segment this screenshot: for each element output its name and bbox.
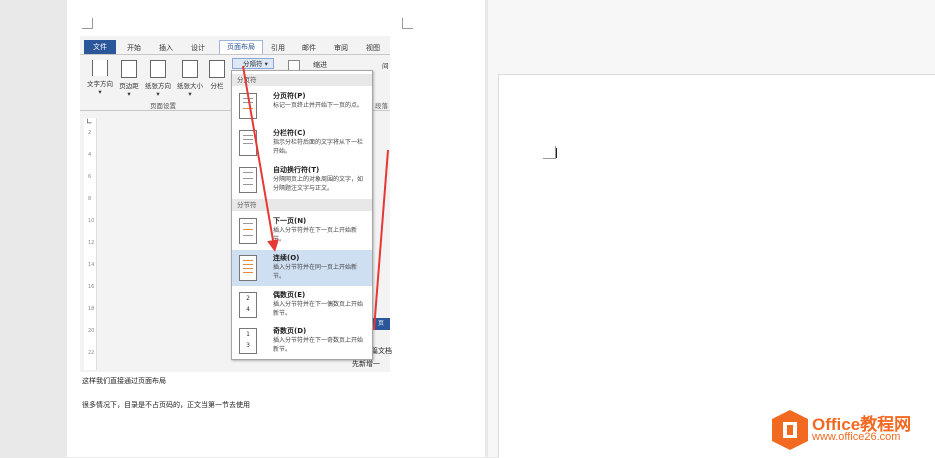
office-logo: Office教程网 www.office26.com — [772, 408, 932, 454]
side-badge: 页 — [372, 318, 390, 330]
column-break-icon — [239, 130, 257, 156]
orientation-label: 纸张方向 — [145, 82, 171, 90]
tab-insert[interactable]: 插入 — [154, 42, 178, 54]
page-break-icon — [239, 93, 257, 119]
tab-review[interactable]: 审阅 — [329, 42, 353, 54]
doc-line-2: 很多情况下，目录是不占页码的，正文当第一节去使用 — [82, 401, 250, 409]
orientation-icon — [150, 60, 166, 78]
menu-item-title: 奇数页(D) — [273, 327, 307, 335]
breaks-button[interactable]: 分隔符 ▾ — [232, 58, 274, 69]
ruler-tick-label: 20 — [88, 328, 95, 334]
dropdown-icon: ▾ — [156, 90, 160, 98]
ruler-tick-label: 16 — [88, 284, 95, 290]
orientation-button[interactable]: 纸张方向 ▾ — [142, 60, 174, 98]
next-page-icon — [239, 218, 257, 244]
menu-item-column-break[interactable]: 分栏符(C) 指示分栏符后面的文字将从下一栏开始。 — [232, 125, 372, 161]
even-page-icon: 24 — [239, 292, 257, 318]
margins-icon — [121, 60, 137, 78]
breaks-label: 分隔符 — [243, 60, 263, 68]
menu-item-title: 连续(O) — [273, 254, 300, 262]
menu-item-desc: 标记一页终止并开始下一页的点。 — [273, 102, 364, 109]
logo-url: www.office26.com — [812, 431, 901, 443]
tab-design[interactable]: 设计 — [186, 42, 210, 54]
page-breaks-header: 分页符 — [232, 74, 372, 86]
odd-icon-number: 3 — [246, 342, 250, 349]
tab-references[interactable]: 引用 — [266, 42, 290, 54]
menu-item-desc: 插入分节符并在同一页上开始新节。 — [273, 264, 358, 280]
text-cursor[interactable] — [556, 148, 557, 158]
odd-page-icon: 13 — [239, 328, 257, 354]
ruler-tick-label: 2 — [88, 130, 92, 136]
side-text-1: 篇文档 — [371, 347, 392, 355]
group-label: 页面设置 — [150, 102, 176, 110]
side-text-2: 先新增一 — [352, 360, 380, 368]
menu-item-even-page[interactable]: 24 偶数页(E) 插入分节符并在下一偶数页上开始新节。 — [232, 287, 372, 323]
menu-item-continuous[interactable]: 连续(O) 插入分节符并在同一页上开始新节。 — [232, 250, 372, 286]
menu-item-title: 偶数页(E) — [273, 291, 306, 299]
tab-home[interactable]: 开始 — [122, 42, 146, 54]
tab-view[interactable]: 视图 — [361, 42, 385, 54]
menu-item-text-wrapping[interactable]: 自动换行符(T) 分隔网页上的对象周围的文字，如分隔题注文字与正文。 — [232, 162, 372, 198]
corner-mark — [82, 18, 93, 29]
size-icon — [182, 60, 198, 78]
paragraph-label: 段落 — [375, 102, 388, 110]
margins-button[interactable]: 页边距 ▾ — [116, 60, 142, 98]
margins-label: 页边距 — [119, 82, 139, 90]
menu-item-desc: 指示分栏符后面的文字将从下一栏开始。 — [273, 139, 364, 155]
menu-item-desc: 插入分节符并在下一奇数页上开始新节。 — [273, 337, 364, 353]
menu-item-page-break[interactable]: 分页符(P) 标记一页终止并开始下一页的点。 — [232, 88, 372, 124]
even-icon-number: 2 — [246, 295, 250, 302]
section-breaks-header: 分节符 — [232, 199, 372, 211]
ruler-tick-label: 14 — [88, 262, 95, 268]
menu-item-title: 下一页(N) — [273, 217, 307, 225]
ruler-tick-label: 18 — [88, 306, 95, 312]
doc-line-1: 这样我们直接通过页面布局 — [82, 377, 166, 385]
ruler-tick-label: 8 — [88, 196, 92, 202]
menu-item-odd-page[interactable]: 13 奇数页(D) 插入分节符并在下一奇数页上开始新节。 — [232, 323, 372, 359]
right-page — [498, 74, 935, 458]
ruler-tick-label: 12 — [88, 240, 95, 246]
text-direction-button[interactable]: 文字方向 ▾ — [84, 60, 116, 96]
menu-item-title: 分页符(P) — [273, 92, 306, 100]
menu-item-desc: 插入分节符并在下一页上开始新节。 — [273, 227, 358, 243]
ruler-tick-label: 6 — [88, 174, 92, 180]
menu-item-title: 分栏符(C) — [273, 129, 306, 137]
dropdown-icon: ▾ — [98, 88, 102, 96]
breaks-menu: 分页符 分页符(P) 标记一页终止并开始下一页的点。 分栏符(C) 指示分栏符后… — [231, 70, 373, 360]
size-label: 纸张大小 — [177, 82, 203, 90]
tab-page-layout[interactable]: 页面布局 — [219, 40, 263, 55]
ruler-tab-stop[interactable]: ∟ — [86, 117, 93, 126]
odd-icon-number: 1 — [246, 331, 250, 338]
tab-file[interactable]: 文件 — [84, 40, 116, 54]
columns-icon — [209, 60, 225, 78]
ruler-tick-label: 4 — [88, 152, 92, 158]
ribbon-divider — [80, 54, 390, 55]
menu-item-next-page[interactable]: 下一页(N) 插入分节符并在下一页上开始新节。 — [232, 213, 372, 249]
corner-mark — [543, 146, 556, 159]
text-direction-label: 文字方向 — [87, 80, 113, 88]
menu-item-title: 自动换行符(T) — [273, 166, 320, 174]
ruler-tick-label: 22 — [88, 350, 95, 356]
even-icon-number: 4 — [246, 306, 250, 313]
size-button[interactable]: 纸张大小 ▾ — [174, 60, 206, 98]
ruler-tick-label: 10 — [88, 218, 95, 224]
dropdown-icon: ▾ — [127, 90, 131, 98]
corner-mark — [402, 18, 413, 29]
indent-label: 缩进 — [313, 61, 327, 69]
text-wrapping-icon — [239, 167, 257, 193]
columns-button[interactable]: 分栏 — [206, 60, 228, 90]
office-logo-icon — [772, 410, 808, 450]
dropdown-icon: ▾ — [188, 90, 192, 98]
spacing-label: 间 — [382, 62, 389, 70]
columns-label: 分栏 — [210, 82, 224, 90]
menu-item-desc: 分隔网页上的对象周围的文字，如分隔题注文字与正文。 — [273, 176, 364, 192]
text-direction-icon — [92, 60, 108, 76]
menu-item-desc: 插入分节符并在下一偶数页上开始新节。 — [273, 301, 364, 317]
tab-mailings[interactable]: 邮件 — [297, 42, 321, 54]
continuous-icon — [239, 255, 257, 281]
